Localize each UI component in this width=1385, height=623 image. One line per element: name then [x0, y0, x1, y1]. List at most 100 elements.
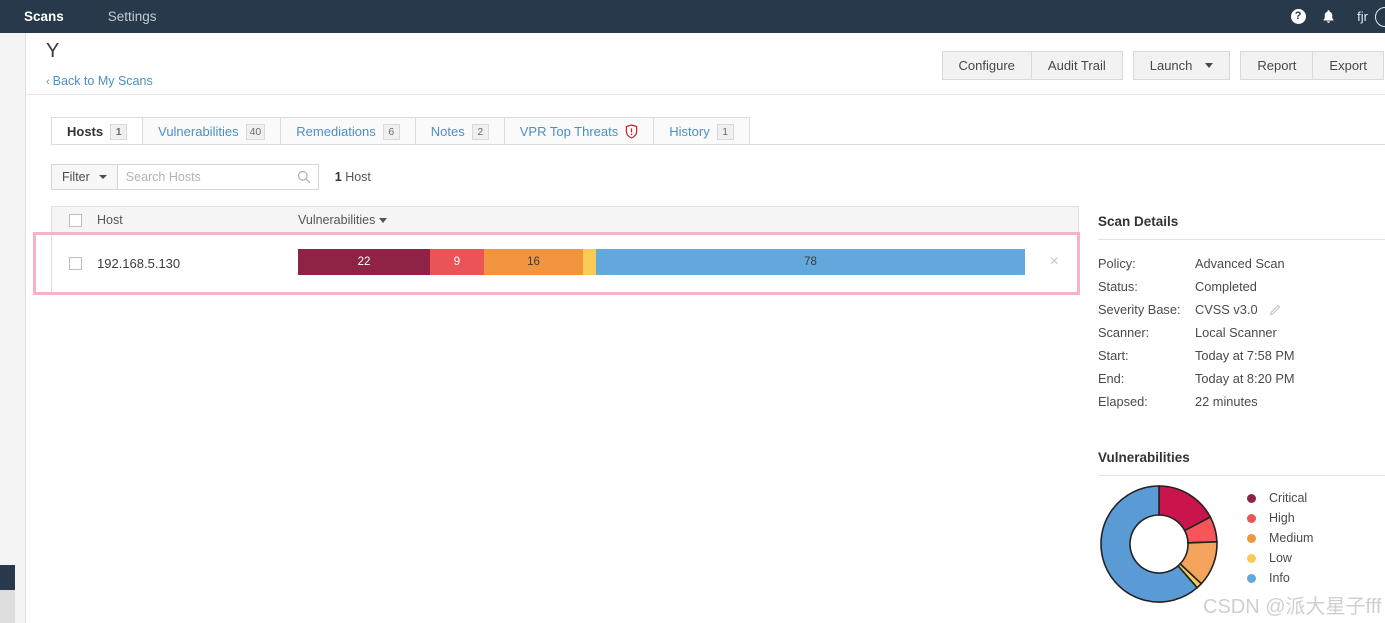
tab-badge: 1 — [110, 123, 128, 140]
vulnerabilities-donut-chart — [1098, 483, 1220, 610]
navbar-right-group: ? fjr — [1283, 0, 1385, 33]
severity-segment-info[interactable]: 78 — [596, 249, 1025, 275]
column-header-vulnerabilities-label: Vulnerabilities — [298, 213, 376, 227]
detail-key: Start: — [1098, 348, 1129, 363]
filter-button-label: Filter — [62, 170, 90, 184]
sort-descending-icon — [379, 217, 388, 223]
column-header-host[interactable]: Host — [97, 213, 123, 227]
detail-row: Start: Today at 7:58 PM — [1098, 344, 1385, 367]
detail-key: Policy: — [1098, 256, 1136, 271]
tab-bar-underline — [51, 144, 1385, 145]
notifications-bell-icon[interactable] — [1313, 0, 1343, 33]
scan-details-divider — [1098, 239, 1385, 240]
search-input[interactable] — [117, 170, 286, 184]
avatar[interactable] — [1375, 6, 1385, 27]
help-icon[interactable]: ? — [1283, 0, 1313, 33]
detail-key: Elapsed: — [1098, 394, 1148, 409]
filter-button[interactable]: Filter — [51, 164, 118, 190]
page-title: Y — [46, 40, 60, 62]
tab-vulnerabilities[interactable]: Vulnerabilities 40 — [142, 117, 282, 145]
help-question-glyph: ? — [1290, 9, 1306, 24]
tab-vpr-top-threats[interactable]: VPR Top Threats — [503, 117, 655, 145]
severity-bar: 22 9 16 78 — [298, 249, 1025, 275]
back-to-my-scans-link[interactable]: ‹ Back to My Scans — [46, 74, 153, 88]
severity-segment-low[interactable] — [583, 249, 596, 275]
table-row[interactable]: 192.168.5.130 22 9 16 78 × — [52, 234, 1078, 292]
legend-color-dot — [1247, 573, 1256, 583]
row-select-checkbox[interactable] — [69, 257, 82, 270]
scrollbar-thumb[interactable] — [0, 565, 15, 590]
legend-item-critical[interactable]: Critical — [1247, 488, 1313, 508]
detail-row: Elapsed: 22 minutes — [1098, 390, 1385, 413]
legend-item-low[interactable]: Low — [1247, 548, 1313, 568]
shield-alert-icon — [626, 124, 638, 139]
detail-value: Completed — [1195, 279, 1257, 294]
chevron-left-icon: ‹ — [46, 76, 50, 88]
select-all-checkbox[interactable] — [69, 214, 82, 227]
legend-item-medium[interactable]: Medium — [1247, 528, 1313, 548]
detail-row: End: Today at 8:20 PM — [1098, 367, 1385, 390]
table-header-row: Host Vulnerabilities — [52, 207, 1078, 234]
legend-label: Critical — [1269, 491, 1308, 505]
watermark-text: CSDN @派大星子fff — [1203, 596, 1382, 618]
search-field-wrap — [117, 164, 319, 190]
nav-item-settings[interactable]: Settings — [94, 0, 171, 33]
bell-glyph — [1323, 9, 1334, 23]
tab-label: Remediations — [296, 124, 376, 139]
severity-segment-high[interactable]: 9 — [430, 249, 484, 275]
column-header-vulnerabilities[interactable]: Vulnerabilities — [298, 213, 388, 227]
legend-item-info[interactable]: Info — [1247, 568, 1313, 588]
detail-value: Advanced Scan — [1195, 256, 1285, 271]
detail-key: Scanner: — [1098, 325, 1150, 340]
tab-label: VPR Top Threats — [519, 124, 619, 139]
back-link-label: Back to My Scans — [52, 74, 153, 88]
nav-item-scans[interactable]: Scans — [10, 0, 78, 33]
detail-value: Today at 8:20 PM — [1195, 371, 1295, 386]
tab-bar: Hosts 1 Vulnerabilities 40 Remediations 6 Note… — [51, 117, 750, 145]
export-button[interactable]: Export — [1313, 51, 1384, 80]
rail-divider — [25, 33, 26, 623]
top-navbar: Scans Settings ? fjr — [0, 0, 1385, 33]
search-icon[interactable] — [297, 170, 311, 184]
detail-value: CVSS v3.0 — [1195, 302, 1258, 317]
page-scrollbar[interactable] — [0, 33, 15, 623]
chevron-down-icon — [1205, 63, 1214, 68]
chart-legend: Critical High Medium Low Info — [1247, 488, 1313, 588]
vulnerabilities-title: Vulnerabilities — [1098, 450, 1190, 465]
tab-notes[interactable]: Notes 2 — [414, 117, 505, 145]
detail-value: 22 minutes — [1195, 394, 1258, 409]
legend-item-high[interactable]: High — [1247, 508, 1313, 528]
audit-trail-button[interactable]: Audit Trail — [1031, 51, 1123, 80]
host-address[interactable]: 192.168.5.130 — [97, 256, 180, 271]
detail-key: Status: — [1098, 279, 1138, 294]
username-label[interactable]: fjr — [1357, 9, 1368, 24]
edit-pencil-icon[interactable] — [1269, 304, 1281, 316]
detail-row: Policy: Advanced Scan — [1098, 252, 1385, 275]
legend-color-dot — [1247, 513, 1256, 523]
tab-badge: 40 — [245, 123, 266, 140]
severity-segment-critical[interactable]: 22 — [298, 249, 430, 275]
tab-badge: 6 — [382, 123, 400, 140]
legend-color-dot — [1247, 533, 1256, 543]
hosts-table: Host Vulnerabilities 192.168.5.130 22 9 16… — [51, 206, 1079, 293]
scrollbar-track-lower[interactable] — [0, 590, 15, 623]
page-header: Y ‹ Back to My Scans Configure Audit Trai… — [26, 33, 1385, 95]
tab-label: Hosts — [67, 124, 104, 139]
scan-details-list: Policy: Advanced Scan Status: Completed Seve… — [1098, 252, 1385, 413]
configure-button[interactable]: Configure — [941, 51, 1032, 80]
launch-button[interactable]: Launch — [1132, 51, 1231, 80]
row-remove-icon[interactable]: × — [1050, 254, 1059, 270]
vulnerabilities-divider — [1098, 475, 1385, 476]
configure-audit-group: Configure Audit Trail — [941, 51, 1123, 80]
detail-value: Local Scanner — [1195, 325, 1277, 340]
host-count-number: 1 — [334, 170, 342, 184]
report-button[interactable]: Report — [1240, 51, 1314, 80]
tab-remediations[interactable]: Remediations 6 — [280, 117, 416, 145]
tab-history[interactable]: History 1 — [653, 117, 750, 145]
severity-segment-medium[interactable]: 16 — [484, 249, 583, 275]
tab-hosts[interactable]: Hosts 1 — [51, 117, 144, 145]
launch-button-label: Launch — [1149, 58, 1193, 73]
legend-label: Medium — [1269, 531, 1314, 545]
tab-badge: 2 — [471, 123, 489, 140]
app-root: Scans Settings ? fjr Y ‹ Back to My Scans — [0, 0, 1385, 623]
